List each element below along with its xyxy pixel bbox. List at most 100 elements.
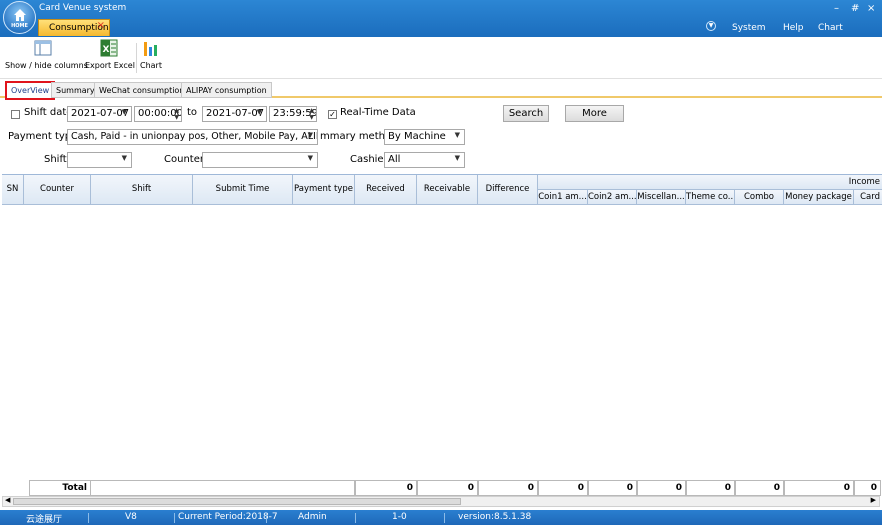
checkmark-icon: ✓ xyxy=(329,110,336,119)
column-header-counter[interactable]: Counter xyxy=(24,175,91,205)
status-current-period: Current Period:2018-7 xyxy=(178,512,278,522)
column-header-payment-type[interactable]: Payment type xyxy=(293,175,355,205)
close-window-button[interactable]: × xyxy=(867,3,875,14)
column-header-theme[interactable]: Theme co... xyxy=(686,190,735,205)
spinner-icon: ▲ ▼ xyxy=(309,107,314,121)
column-header-coin2[interactable]: Coin2 am... xyxy=(588,190,637,205)
column-header-received[interactable]: Received xyxy=(355,175,417,205)
status-terminal: 1-0 xyxy=(392,512,407,522)
status-version: version:8.5.1.38 xyxy=(458,512,532,522)
status-divider xyxy=(444,513,445,523)
toolbar: Show / hide columns X Export Excel Chart xyxy=(0,37,882,79)
realtime-label: Real-Time Data xyxy=(340,107,416,118)
shift-date-checkbox[interactable] xyxy=(11,110,20,119)
home-label: HOME xyxy=(11,23,28,29)
status-user: Admin xyxy=(298,512,327,522)
minimize-button[interactable]: – xyxy=(834,3,839,14)
status-divider xyxy=(266,513,267,523)
total-difference: 0 xyxy=(478,480,538,496)
chevron-down-icon: ▼ xyxy=(307,154,313,162)
column-header-submit-time[interactable]: Submit Time xyxy=(193,175,293,205)
export-excel-button[interactable]: X Export Excel xyxy=(85,39,135,70)
total-theme: 0 xyxy=(686,480,735,496)
tab-wechat-consumption[interactable]: WeChat consumption xyxy=(94,82,190,98)
shift-date-label: Shift date xyxy=(24,107,73,118)
scroll-right-icon[interactable]: ▶ xyxy=(871,496,876,504)
column-header-miscellaneous[interactable]: Miscellan... xyxy=(637,190,686,205)
status-divider xyxy=(174,513,175,523)
to-date-picker[interactable]: 2021-07-07 ▼ xyxy=(202,106,267,122)
status-divider xyxy=(355,513,356,523)
scrollbar-thumb[interactable] xyxy=(13,498,461,505)
svg-text:X: X xyxy=(103,45,110,55)
chevron-down-icon: ▼ xyxy=(307,131,313,139)
chevron-down-icon: ▼ xyxy=(121,154,127,162)
home-button[interactable]: HOME xyxy=(3,1,36,34)
show-hide-columns-button[interactable]: Show / hide columns xyxy=(5,39,88,70)
restore-button[interactable]: # xyxy=(851,3,859,14)
from-time-input[interactable]: 00:00:00 ▲ ▼ xyxy=(134,106,182,122)
summary-method-value: By Machine xyxy=(388,131,446,142)
payment-type-select[interactable]: Cash, Paid - in unionpay pos, Other, Mob… xyxy=(67,129,318,145)
document-tab-consumption[interactable]: Consumption × xyxy=(38,19,110,36)
status-venue: 云途展厅 xyxy=(26,515,63,525)
column-header-difference[interactable]: Difference xyxy=(478,175,538,205)
scroll-left-icon[interactable]: ◀ xyxy=(5,496,10,504)
column-header-card[interactable]: Card xyxy=(854,190,882,205)
column-group-income: Income xyxy=(538,175,882,190)
column-header-money-package[interactable]: Money package xyxy=(784,190,854,205)
app-window: HOME Card Venue system Consumption × ▼ S… xyxy=(0,0,882,525)
spinner-icon: ▲ ▼ xyxy=(174,107,179,121)
from-date-picker[interactable]: 2021-07-07 ▼ xyxy=(67,106,132,122)
realtime-checkbox[interactable]: ✓ xyxy=(328,110,337,119)
home-icon xyxy=(14,9,26,21)
close-tab-icon[interactable]: × xyxy=(97,20,105,31)
columns-icon xyxy=(34,39,52,57)
menu-system[interactable]: System xyxy=(732,23,766,33)
title-bar: HOME Card Venue system Consumption × ▼ S… xyxy=(0,0,882,37)
column-header-combo[interactable]: Combo xyxy=(735,190,784,205)
total-spacer xyxy=(91,480,355,496)
export-excel-label: Export Excel xyxy=(85,61,135,70)
total-card: 0 xyxy=(854,480,881,496)
summary-method-select[interactable]: By Machine ▼ xyxy=(384,129,465,145)
chevron-down-icon: ▼ xyxy=(454,154,460,162)
column-header-coin1[interactable]: Coin1 am... xyxy=(538,190,588,205)
column-header-receivable[interactable]: Receivable xyxy=(417,175,478,205)
total-money-package: 0 xyxy=(784,480,854,496)
cashier-value: All xyxy=(388,154,401,165)
shift-select[interactable]: ▼ xyxy=(67,152,132,168)
chevron-down-icon: ▼ xyxy=(454,131,460,139)
from-date-value: 2021-07-07 xyxy=(71,108,130,119)
column-header-sn[interactable]: SN xyxy=(2,175,24,205)
bar-chart-icon xyxy=(142,39,160,57)
total-coin2: 0 xyxy=(588,480,637,496)
chevron-down-icon: ▼ xyxy=(121,108,127,116)
search-button[interactable]: Search xyxy=(503,105,549,122)
counter-label: Counter xyxy=(164,154,204,165)
horizontal-scrollbar[interactable]: ◀ ▶ xyxy=(2,496,880,507)
menu-chart[interactable]: Chart xyxy=(818,23,843,33)
show-hide-columns-label: Show / hide columns xyxy=(5,61,88,70)
total-receivable: 0 xyxy=(417,480,478,496)
menu-help[interactable]: Help xyxy=(783,23,804,33)
cashier-select[interactable]: All ▼ xyxy=(384,152,465,168)
status-version-tag: V8 xyxy=(125,512,137,522)
data-grid[interactable]: SN Counter Shift Submit Time Payment typ… xyxy=(2,174,882,498)
column-header-shift[interactable]: Shift xyxy=(91,175,193,205)
chevron-down-icon[interactable]: ▼ xyxy=(706,21,716,31)
tab-summary[interactable]: Summary xyxy=(51,82,100,98)
to-date-value: 2021-07-07 xyxy=(206,108,265,119)
tab-overview[interactable]: OverView xyxy=(5,81,56,100)
tab-alipay-consumption[interactable]: ALIPAY consumption xyxy=(181,82,272,98)
cashier-label: Cashier xyxy=(350,154,388,165)
to-time-input[interactable]: 23:59:59 ▲ ▼ xyxy=(269,106,317,122)
view-tabs: OverView Summary WeChat consumption ALIP… xyxy=(0,81,882,100)
chart-button[interactable]: Chart xyxy=(140,39,162,70)
counter-select[interactable]: ▼ xyxy=(202,152,318,168)
status-divider xyxy=(88,513,89,523)
total-received: 0 xyxy=(355,480,417,496)
toolbar-divider xyxy=(136,43,137,73)
total-miscellaneous: 0 xyxy=(637,480,686,496)
more-button[interactable]: More xyxy=(565,105,624,122)
